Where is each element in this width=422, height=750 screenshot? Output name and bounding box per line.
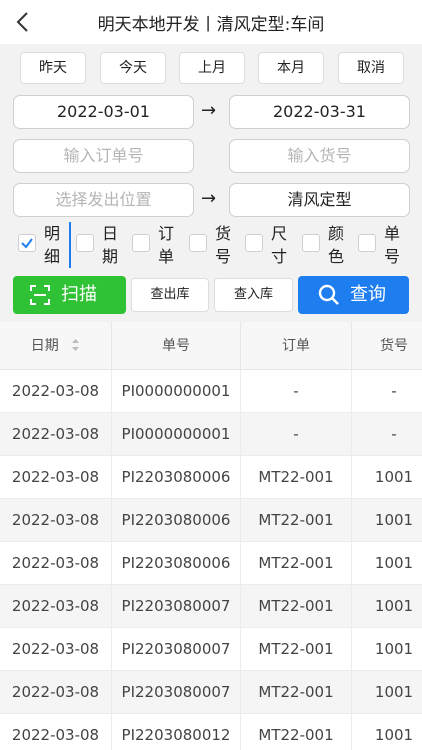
table-row[interactable]: 2022-03-08 PI2203080007 MT22-001 1001 bbox=[0, 628, 422, 671]
table-row[interactable]: 2022-03-08 PI2203080007 MT22-001 1001 bbox=[0, 585, 422, 628]
column-header-order: 订单 bbox=[241, 322, 352, 370]
table-cell: 1001 bbox=[374, 726, 414, 744]
query-button[interactable]: 查询 bbox=[298, 276, 409, 314]
table-row[interactable]: 2022-03-08 PI2203080012 MT22-001 1001 bbox=[0, 714, 422, 750]
column-header-goods-no: 货号 bbox=[380, 338, 408, 354]
end-date-field[interactable]: 2022-03-31 bbox=[229, 95, 410, 129]
table-cell: 2022-03-08 bbox=[0, 585, 112, 628]
table-cell: 2022-03-08 bbox=[0, 714, 112, 750]
check-icon bbox=[21, 238, 33, 249]
table-cell: PI2203080012 bbox=[112, 714, 241, 750]
checkbox-label-size: 尺寸 bbox=[270, 224, 287, 266]
table-cell: 1001 bbox=[374, 554, 414, 572]
checkbox-label-detail: 明细 bbox=[43, 224, 60, 266]
table-row[interactable]: 2022-03-08 PI2203080006 MT22-001 1001 bbox=[0, 499, 422, 542]
column-header-date-label: 日期 bbox=[30, 338, 59, 354]
checkbox-detail[interactable] bbox=[18, 234, 36, 252]
last-month-button[interactable]: 上月 bbox=[179, 52, 245, 84]
cancel-button[interactable]: 取消 bbox=[338, 52, 404, 84]
checkbox-label-order: 订单 bbox=[157, 224, 174, 266]
table-cell: PI2203080006 bbox=[112, 542, 241, 585]
table-cell: PI2203080006 bbox=[112, 499, 241, 542]
table-cell: MT22-001 bbox=[241, 542, 352, 585]
table-cell: - bbox=[241, 413, 352, 456]
table-cell: MT22-001 bbox=[241, 499, 352, 542]
table-cell: PI0000000001 bbox=[112, 370, 241, 413]
table-cell: - bbox=[391, 382, 397, 400]
filter-panel: 昨天 今天 上月 本月 取消 2022-03-01 → 2022-03-31 输… bbox=[0, 44, 422, 322]
table-cell: 2022-03-08 bbox=[0, 542, 112, 585]
table-cell: MT22-001 bbox=[241, 456, 352, 499]
table-cell: 2022-03-08 bbox=[0, 456, 112, 499]
table-cell: PI0000000001 bbox=[112, 413, 241, 456]
table-header: 日期 单号 订单 货号 bbox=[0, 322, 422, 370]
query-outbound-button[interactable]: 查出库 bbox=[131, 278, 209, 312]
today-button[interactable]: 今天 bbox=[100, 52, 166, 84]
table-cell: - bbox=[241, 370, 352, 413]
scan-label: 扫描 bbox=[61, 284, 97, 305]
checkbox-label-date: 日期 bbox=[101, 224, 118, 266]
table-cell: 1001 bbox=[374, 511, 414, 529]
location-arrow: → bbox=[201, 188, 217, 209]
table-cell: 2022-03-08 bbox=[0, 628, 112, 671]
table-cell: PI2203080007 bbox=[112, 671, 241, 714]
table-body: 2022-03-08 PI0000000001- -2022-03-08 PI0000… bbox=[0, 370, 422, 750]
sort-icon[interactable] bbox=[71, 338, 80, 352]
table-row[interactable]: 2022-03-08 PI0000000001- - bbox=[0, 413, 422, 456]
start-date-field[interactable]: 2022-03-01 bbox=[13, 95, 194, 129]
checkbox-label-doc-no: 单号 bbox=[383, 224, 400, 266]
search-icon bbox=[318, 284, 339, 305]
checkbox-order[interactable] bbox=[132, 234, 150, 252]
table-row[interactable]: 2022-03-08 PI2203080007 MT22-001 1001 bbox=[0, 671, 422, 714]
table-cell: 1001 bbox=[374, 683, 414, 701]
table-cell: 2022-03-08 bbox=[0, 671, 112, 714]
query-label: 查询 bbox=[350, 284, 386, 305]
column-header-date[interactable]: 日期 bbox=[0, 322, 112, 370]
page-title: 明天本地开发丨清风定型:车间 bbox=[97, 15, 325, 35]
scan-icon bbox=[30, 285, 50, 305]
table-cell: MT22-001 bbox=[241, 585, 352, 628]
goods-number-input[interactable]: 输入货号 bbox=[229, 139, 410, 173]
query-inbound-button[interactable]: 查入库 bbox=[214, 278, 293, 312]
table-cell: - bbox=[391, 425, 397, 443]
table-row[interactable]: 2022-03-08 PI0000000001- - bbox=[0, 370, 422, 413]
checkbox-size[interactable] bbox=[245, 234, 263, 252]
checkbox-color[interactable] bbox=[302, 234, 320, 252]
table-cell: 2022-03-08 bbox=[0, 499, 112, 542]
table-cell: 2022-03-08 bbox=[0, 370, 112, 413]
table-cell: 1001 bbox=[374, 640, 414, 658]
table-cell: PI2203080006 bbox=[112, 456, 241, 499]
send-location-select[interactable]: 选择发出位置 bbox=[13, 183, 194, 217]
table-cell: PI2203080007 bbox=[112, 585, 241, 628]
top-bar: 明天本地开发丨清风定型:车间 bbox=[0, 0, 422, 44]
table-row[interactable]: 2022-03-08 PI2203080006 MT22-001 1001 bbox=[0, 456, 422, 499]
order-number-input[interactable]: 输入订单号 bbox=[13, 139, 194, 173]
checkbox-doc-no[interactable] bbox=[358, 234, 376, 252]
checkbox-label-color: 颜色 bbox=[327, 224, 344, 266]
this-month-button[interactable]: 本月 bbox=[258, 52, 324, 84]
checkbox-label-goods: 货号 bbox=[214, 224, 231, 266]
target-location-field[interactable]: 清风定型 bbox=[229, 183, 410, 217]
range-arrow: → bbox=[201, 100, 217, 121]
scan-button[interactable]: 扫描 bbox=[13, 276, 126, 314]
yesterday-button[interactable]: 昨天 bbox=[20, 52, 86, 84]
checkbox-goods[interactable] bbox=[189, 234, 207, 252]
checkbox-date[interactable] bbox=[76, 234, 94, 252]
table-row[interactable]: 2022-03-08 PI2203080006 MT22-001 1001 bbox=[0, 542, 422, 585]
table-cell: MT22-001 bbox=[241, 671, 352, 714]
table-cell: MT22-001 bbox=[241, 628, 352, 671]
table-cell: MT22-001 bbox=[241, 714, 352, 750]
table-cell: 2022-03-08 bbox=[0, 413, 112, 456]
table-cell: 1001 bbox=[374, 597, 414, 615]
column-header-doc-no: 单号 bbox=[112, 322, 241, 370]
table-cell: 1001 bbox=[374, 468, 414, 486]
table-cell: PI2203080007 bbox=[112, 628, 241, 671]
cursor-indicator bbox=[69, 222, 71, 268]
